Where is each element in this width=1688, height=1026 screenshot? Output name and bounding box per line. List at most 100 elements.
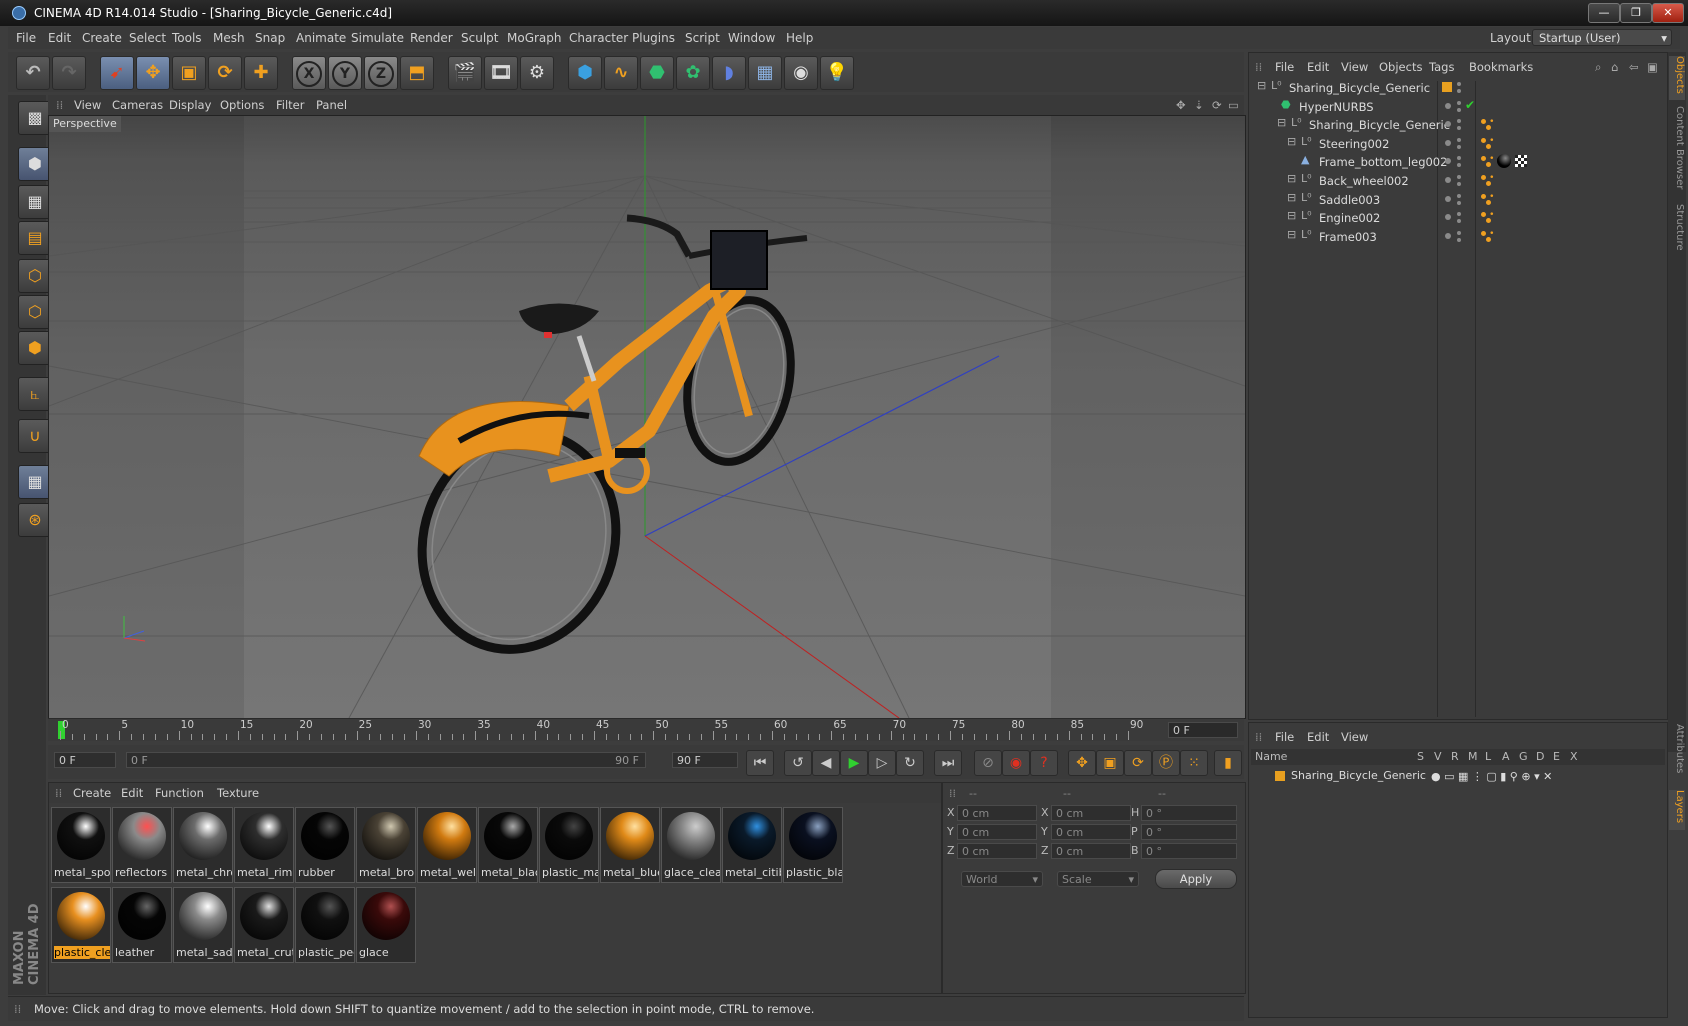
move-tool-icon[interactable]: ✥ <box>136 56 170 90</box>
phong-tag-icon[interactable] <box>1481 175 1486 180</box>
layer-color-icon[interactable] <box>1442 82 1452 92</box>
timeline-ruler[interactable]: 0 5 10 15 20 25 30 35 40 45 50 55 60 65 70 75 80 85 90 0 F <box>48 718 1244 741</box>
phong-tag-icon[interactable] <box>1486 143 1491 149</box>
viewport-menu-display[interactable]: Display <box>169 98 211 112</box>
go-to-start-icon[interactable]: ⏮ <box>746 750 774 776</box>
material-tag-icon[interactable] <box>1497 154 1511 169</box>
material-menu-create[interactable]: Create <box>73 786 111 800</box>
back-icon[interactable]: ⇦ <box>1629 60 1639 74</box>
tab-layers[interactable]: Layers <box>1669 790 1685 830</box>
material-swatch[interactable]: metal_rim <box>234 807 294 883</box>
render-settings-icon[interactable]: ⚙ <box>520 56 554 90</box>
viewport-menu-filter[interactable]: Filter <box>276 98 304 112</box>
key-scale-icon[interactable]: ▣ <box>1096 750 1124 776</box>
render-visibility-dot-icon[interactable] <box>1457 144 1461 149</box>
model-mode-icon[interactable]: ⬢ <box>18 147 52 181</box>
texture-tag-icon[interactable] <box>1515 155 1527 168</box>
start-frame-field[interactable]: 0 F <box>54 752 116 768</box>
phong-tag-icon[interactable] <box>1481 230 1486 236</box>
editor-visibility-dot-icon[interactable] <box>1457 137 1461 142</box>
layer-color-swatch[interactable] <box>1275 771 1285 781</box>
material-swatch[interactable]: metal_chro <box>173 807 233 883</box>
tab-objects[interactable]: Objects <box>1669 56 1685 100</box>
coord-value-field[interactable]: 0 ° <box>1141 805 1237 821</box>
magnet-icon[interactable]: ∪ <box>18 419 52 453</box>
material-swatch[interactable]: metal_blue <box>600 807 660 883</box>
pan-view-icon[interactable]: ✥ <box>1176 98 1186 112</box>
editor-visibility-dot-icon[interactable] <box>1457 100 1461 105</box>
object-name[interactable]: Steering002 <box>1319 137 1389 151</box>
visibility-dot-icon[interactable] <box>1445 139 1451 146</box>
menu-window[interactable]: Window <box>728 31 775 45</box>
transform-tool-icon[interactable]: ✚ <box>244 56 278 90</box>
frame-range-slider[interactable]: 0 F 90 F <box>126 752 646 768</box>
z-axis-lock[interactable]: Z <box>364 56 398 90</box>
menu-mesh[interactable]: Mesh <box>213 31 245 45</box>
coordinate-space-dropdown[interactable]: World ▾ <box>961 871 1043 887</box>
layout-dropdown[interactable]: Startup (User) ▾ <box>1532 29 1672 46</box>
object-row[interactable]: ⊟ L⁰ Frame003 • • <box>1251 228 1665 246</box>
layer-menu-file[interactable]: File <box>1275 730 1294 744</box>
object-row[interactable]: ⊟ L⁰ Sharing_Bicycle_Generic <box>1251 79 1665 97</box>
phong-tag-icon[interactable] <box>1486 125 1491 131</box>
edges-mode-icon[interactable]: ⬡ <box>18 295 52 329</box>
material-menu-function[interactable]: Function <box>155 786 204 800</box>
render-view-icon[interactable]: 🎬 <box>448 56 482 90</box>
search-icon[interactable]: ⌕ <box>1595 60 1601 75</box>
tab-attributes[interactable]: Attributes <box>1669 724 1685 784</box>
record-active-objects-icon[interactable]: ⊘ <box>974 750 1002 776</box>
material-swatch[interactable]: metal_sadc <box>173 887 233 963</box>
menu-script[interactable]: Script <box>685 31 720 45</box>
coord-value-field[interactable]: 0 ° <box>1141 843 1237 859</box>
material-swatch[interactable]: metal_crutc <box>234 887 294 963</box>
current-frame-field[interactable]: 0 F <box>1168 722 1238 738</box>
workplane-icon[interactable]: ▤ <box>18 221 52 255</box>
object-row[interactable]: ⊟ L⁰ Back_wheel002 • • <box>1251 172 1665 190</box>
menu-render[interactable]: Render <box>410 31 453 45</box>
editor-visibility-dot-icon[interactable] <box>1457 82 1461 86</box>
layer-toggles[interactable]: ● ▭ ▦ ⋮ ▢ ▮ ⚲ ⊕ ▾ ✕ <box>1431 770 1552 783</box>
menu-simulate[interactable]: Simulate <box>351 31 404 45</box>
next-key-icon[interactable]: ↻ <box>896 750 924 776</box>
render-visibility-dot-icon[interactable] <box>1457 219 1461 224</box>
object-name[interactable]: Sharing_Bicycle_Generic <box>1289 81 1430 95</box>
coord-value-field[interactable]: 0 cm <box>957 824 1037 840</box>
menu-sculpt[interactable]: Sculpt <box>461 31 498 45</box>
object-name[interactable]: Engine002 <box>1319 211 1380 225</box>
render-visibility-dot-icon[interactable] <box>1457 182 1461 186</box>
render-visibility-dot-icon[interactable] <box>1457 89 1461 93</box>
layer-menu-edit[interactable]: Edit <box>1307 730 1329 744</box>
timeline-window-icon[interactable]: ▮ <box>1214 750 1242 776</box>
visibility-dot-icon[interactable] <box>1445 177 1451 183</box>
tab-content-browser[interactable]: Content Browser <box>1669 106 1685 196</box>
viewport-menu-options[interactable]: Options <box>220 98 264 112</box>
material-swatch[interactable]: rubber <box>295 807 355 883</box>
redo-icon[interactable]: ↷ <box>52 56 86 90</box>
coordinate-mode-dropdown[interactable]: Scale ▾ <box>1057 871 1139 887</box>
object-menu-bookmarks[interactable]: Bookmarks <box>1469 60 1533 74</box>
material-swatch[interactable]: metal_welc <box>417 807 477 883</box>
material-swatch[interactable]: plastic_pec <box>295 887 355 963</box>
viewport-menu-view[interactable]: View <box>74 98 101 112</box>
autokeying-icon[interactable]: ◉ <box>1002 750 1030 776</box>
layer-menu-view[interactable]: View <box>1341 730 1368 744</box>
expand-toggle-icon[interactable]: ⊟ <box>1287 228 1296 241</box>
object-name[interactable]: Saddle003 <box>1319 193 1380 207</box>
render-visibility-dot-icon[interactable] <box>1457 126 1461 131</box>
key-rotation-icon[interactable]: ⟳ <box>1124 750 1152 776</box>
object-name[interactable]: Frame003 <box>1319 230 1377 244</box>
live-selection-icon[interactable]: ➹ <box>100 56 134 90</box>
phong-tag-icon[interactable] <box>1486 236 1491 242</box>
menu-character[interactable]: Character <box>569 31 628 45</box>
object-name[interactable]: Frame_bottom_leg002 <box>1319 155 1447 169</box>
object-menu-tags[interactable]: Tags <box>1429 60 1454 74</box>
tab-structure[interactable]: Structure <box>1669 204 1685 260</box>
render-visibility-dot-icon[interactable] <box>1457 163 1461 168</box>
rotate-tool-icon[interactable]: ⟳ <box>208 56 242 90</box>
apply-button[interactable]: Apply <box>1155 869 1237 889</box>
expand-toggle-icon[interactable]: ⊟ <box>1257 79 1266 92</box>
expand-toggle-icon[interactable]: ⊟ <box>1287 191 1296 204</box>
expand-toggle-icon[interactable]: ⊟ <box>1287 209 1296 222</box>
mograph-cloner-icon[interactable]: ✿ <box>676 56 710 90</box>
phong-tag-icon[interactable] <box>1481 193 1486 199</box>
